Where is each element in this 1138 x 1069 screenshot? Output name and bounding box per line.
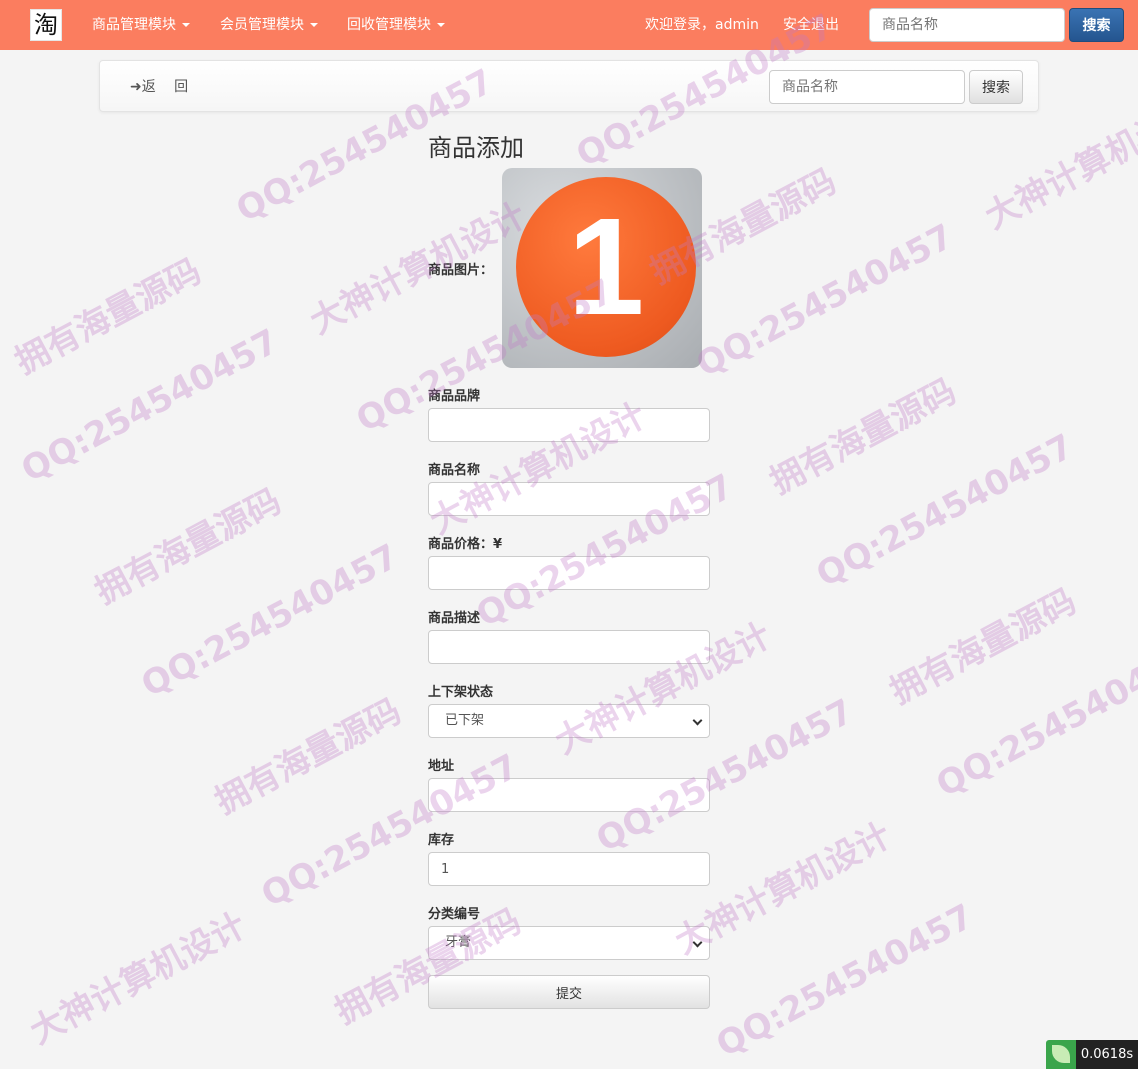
- watermark: QQ:254540457: [255, 746, 525, 916]
- stock-label: 库存: [428, 833, 455, 848]
- image-label: 商品图片：: [428, 263, 494, 278]
- submit-button[interactable]: 提交: [428, 975, 710, 1009]
- leaf-icon: [1046, 1040, 1076, 1069]
- page-timer: 0.0618s: [1076, 1040, 1138, 1069]
- toolbar-search-input[interactable]: [769, 70, 965, 104]
- description-input[interactable]: [428, 630, 710, 664]
- watermark: 拥有海量源码: [328, 901, 528, 1033]
- watermark: 拥有海量源码: [763, 371, 963, 503]
- menu-product-management[interactable]: 商品管理模块: [92, 0, 190, 50]
- sub-toolbar: ➜返 回 搜索: [99, 60, 1039, 112]
- navbar-search-button[interactable]: 搜索: [1069, 8, 1124, 42]
- image-number: 1: [567, 190, 645, 344]
- watermark: QQ:254540457: [710, 896, 980, 1066]
- navbar-search-input[interactable]: [869, 8, 1065, 42]
- toolbar-search-button[interactable]: 搜索: [969, 70, 1023, 104]
- page-title: 商品添加: [428, 134, 524, 162]
- watermark: QQ:254540457: [15, 321, 285, 491]
- caret-down-icon: [437, 23, 445, 27]
- status-select[interactable]: 已下架: [428, 704, 710, 738]
- status-selected-value: 已下架: [445, 713, 485, 728]
- menu-label: 商品管理模块: [92, 17, 176, 33]
- description-label: 商品描述: [428, 611, 481, 626]
- leaf-shape: [1052, 1045, 1070, 1063]
- watermark: 大神计算机设计: [23, 905, 253, 1053]
- address-input[interactable]: [428, 778, 710, 812]
- watermark: 大神计算机设计: [303, 195, 533, 343]
- watermark: QQ:254540457: [690, 216, 960, 386]
- category-selected-value: 牙膏: [445, 935, 472, 950]
- chevron-down-icon: [692, 937, 703, 948]
- watermark: QQ:254540457: [135, 536, 405, 706]
- top-navbar: 淘 商品管理模块 会员管理模块 回收管理模块 欢迎登录，admin 安全退出 搜…: [0, 0, 1138, 50]
- watermark: QQ:254540457: [930, 636, 1138, 806]
- watermark: 拥有海量源码: [8, 251, 208, 383]
- watermark: 拥有海量源码: [88, 481, 288, 613]
- logout-link[interactable]: 安全退出: [783, 0, 839, 50]
- caret-down-icon: [310, 23, 318, 27]
- chevron-down-icon: [692, 715, 703, 726]
- menu-label: 会员管理模块: [220, 17, 304, 33]
- brand-input[interactable]: [428, 408, 710, 442]
- back-link[interactable]: ➜返 回: [130, 61, 188, 113]
- name-input[interactable]: [428, 482, 710, 516]
- menu-member-management[interactable]: 会员管理模块: [220, 0, 318, 50]
- product-image[interactable]: 1: [502, 168, 702, 368]
- watermark: QQ:254540457: [810, 426, 1080, 596]
- category-label: 分类编号: [428, 907, 481, 922]
- logo[interactable]: 淘: [30, 9, 62, 41]
- caret-down-icon: [182, 23, 190, 27]
- name-label: 商品名称: [428, 463, 481, 478]
- menu-label: 回收管理模块: [347, 17, 431, 33]
- watermark: 拥有海量源码: [883, 581, 1083, 713]
- status-label: 上下架状态: [428, 685, 494, 700]
- price-label: 商品价格：¥: [428, 537, 503, 552]
- menu-recycle-management[interactable]: 回收管理模块: [347, 0, 445, 50]
- address-label: 地址: [428, 759, 455, 774]
- category-select[interactable]: 牙膏: [428, 926, 710, 960]
- price-input[interactable]: [428, 556, 710, 590]
- watermark: 拥有海量源码: [208, 691, 408, 823]
- stock-input[interactable]: [428, 852, 710, 886]
- brand-label: 商品品牌: [428, 389, 481, 404]
- welcome-text: 欢迎登录，admin: [645, 17, 759, 33]
